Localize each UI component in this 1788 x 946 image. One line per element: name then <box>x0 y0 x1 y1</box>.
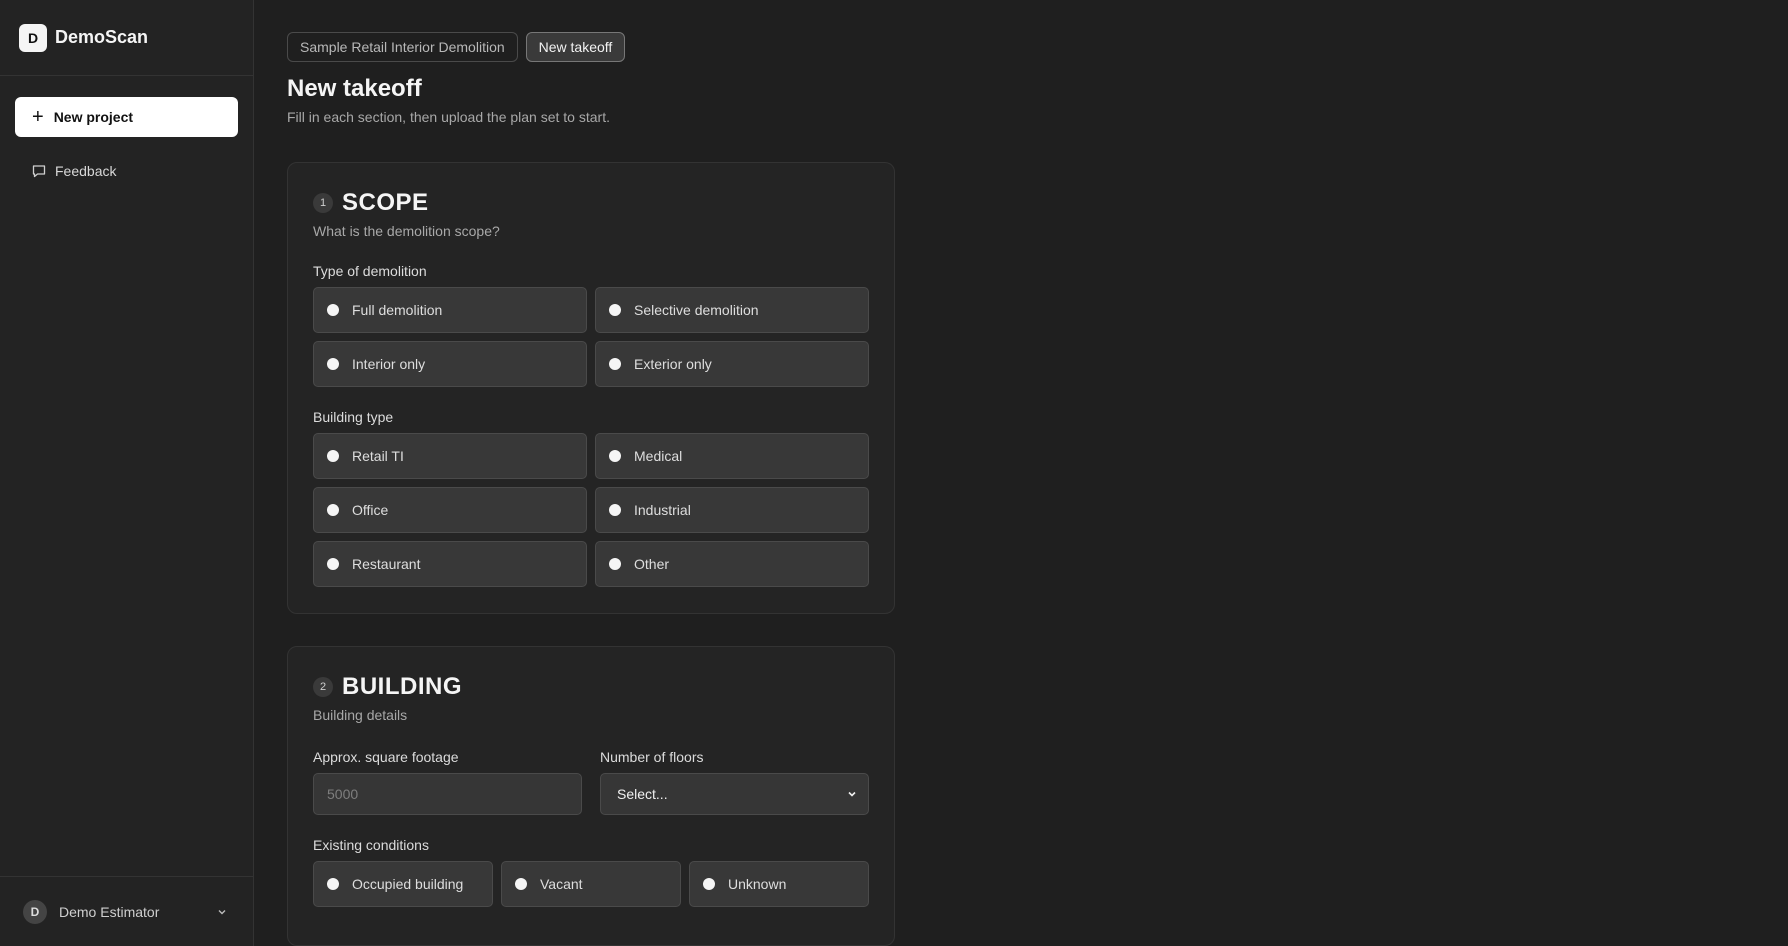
radio-icon <box>327 358 339 370</box>
section-title: BUILDING <box>342 673 462 700</box>
option-label: Occupied building <box>352 876 464 892</box>
option-label: Full demolition <box>352 302 443 318</box>
main-content: Sample Retail Interior Demolition New ta… <box>287 32 895 946</box>
option-label: Selective demolition <box>634 302 759 318</box>
radio-icon <box>515 878 527 890</box>
sqft-label: Approx. square footage <box>313 749 459 765</box>
step-number: 1 <box>313 193 333 213</box>
radio-option[interactable]: Office <box>313 487 587 533</box>
chevron-down-icon <box>218 909 226 914</box>
option-label: Medical <box>634 448 683 464</box>
user-name: Demo Estimator <box>59 903 160 920</box>
option-label: Office <box>352 502 389 518</box>
radio-option[interactable]: Interior only <box>313 341 587 387</box>
floors-label: Number of floors <box>600 749 704 765</box>
radio-icon <box>327 450 339 462</box>
building-section: 2 BUILDING Building details Approx. squa… <box>287 646 895 946</box>
radio-option[interactable]: Vacant <box>501 861 681 907</box>
radio-icon <box>609 304 621 316</box>
radio-option[interactable]: Full demolition <box>313 287 587 333</box>
avatar: D <box>23 899 47 924</box>
breadcrumb-project[interactable]: Sample Retail Interior Demolition <box>287 32 518 62</box>
radio-icon <box>327 304 339 316</box>
radio-icon <box>609 558 621 570</box>
option-label: Interior only <box>352 356 426 372</box>
floors-select-value: Select... <box>617 786 668 802</box>
brand[interactable]: D DemoScan <box>0 0 253 76</box>
building-type-label: Building type <box>313 409 394 425</box>
radio-option[interactable]: Occupied building <box>313 861 493 907</box>
feedback-label: Feedback <box>55 163 117 179</box>
floors-select[interactable]: Select... <box>600 773 869 815</box>
radio-icon <box>327 878 339 890</box>
building-type-options: Retail TI Medical Office Industrial Rest… <box>313 433 869 587</box>
user-menu[interactable]: D Demo Estimator <box>0 876 254 946</box>
radio-option[interactable]: Selective demolition <box>595 287 869 333</box>
chevron-down-icon <box>848 791 856 797</box>
radio-option[interactable]: Retail TI <box>313 433 587 479</box>
radio-option[interactable]: Industrial <box>595 487 869 533</box>
demolition-type-options: Full demolition Selective demolition Int… <box>313 287 869 387</box>
radio-icon <box>327 504 339 516</box>
option-label: Other <box>634 556 670 572</box>
scope-section: 1 SCOPE What is the demolition scope? Ty… <box>287 162 895 614</box>
option-label: Exterior only <box>634 356 712 372</box>
message-square-icon <box>32 165 46 178</box>
conditions-label: Existing conditions <box>313 837 429 853</box>
demolition-type-label: Type of demolition <box>313 263 427 279</box>
step-number: 2 <box>313 677 333 697</box>
radio-icon <box>609 450 621 462</box>
radio-icon <box>327 558 339 570</box>
conditions-options: Occupied building Vacant Unknown <box>313 861 869 907</box>
option-label: Restaurant <box>352 556 421 572</box>
plus-icon: + <box>32 106 44 128</box>
option-label: Unknown <box>728 876 787 892</box>
new-project-label: New project <box>53 109 134 125</box>
option-label: Vacant <box>540 876 583 892</box>
sidebar: D DemoScan + New project Feedback D Demo… <box>0 0 254 946</box>
radio-icon <box>609 358 621 370</box>
radio-option[interactable]: Unknown <box>689 861 869 907</box>
brand-name: DemoScan <box>55 27 149 47</box>
radio-option[interactable]: Exterior only <box>595 341 869 387</box>
brand-logo: D <box>19 23 47 52</box>
page-title: New takeoff <box>287 75 422 102</box>
radio-option[interactable]: Medical <box>595 433 869 479</box>
radio-icon <box>703 878 715 890</box>
feedback-link[interactable]: Feedback <box>15 158 238 184</box>
section-title: SCOPE <box>342 189 429 216</box>
radio-option[interactable]: Restaurant <box>313 541 587 587</box>
breadcrumb-current[interactable]: New takeoff <box>525 32 626 62</box>
section-subtitle: What is the demolition scope? <box>313 223 500 239</box>
option-label: Retail TI <box>352 448 404 464</box>
option-label: Industrial <box>634 502 691 518</box>
breadcrumb: Sample Retail Interior Demolition New ta… <box>287 32 895 62</box>
sqft-input[interactable] <box>313 773 582 815</box>
new-project-button[interactable]: + New project <box>15 97 238 137</box>
section-subtitle: Building details <box>313 707 408 723</box>
radio-option[interactable]: Other <box>595 541 869 587</box>
page-subtitle: Fill in each section, then upload the pl… <box>287 109 610 125</box>
radio-icon <box>609 504 621 516</box>
